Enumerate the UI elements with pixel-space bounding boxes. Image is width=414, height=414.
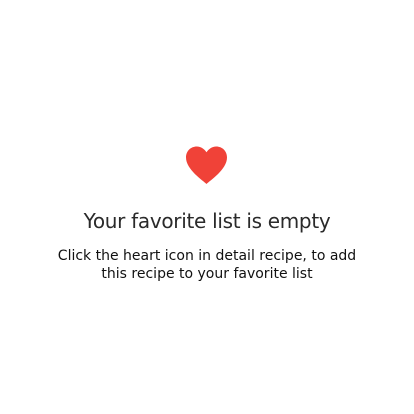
empty-state-title: Your favorite list is empty <box>83 209 331 233</box>
heart-icon <box>184 145 229 185</box>
favorites-empty-state: Your favorite list is empty Click the he… <box>0 0 414 414</box>
empty-state-description: Click the heart icon in detail recipe, t… <box>57 248 357 282</box>
